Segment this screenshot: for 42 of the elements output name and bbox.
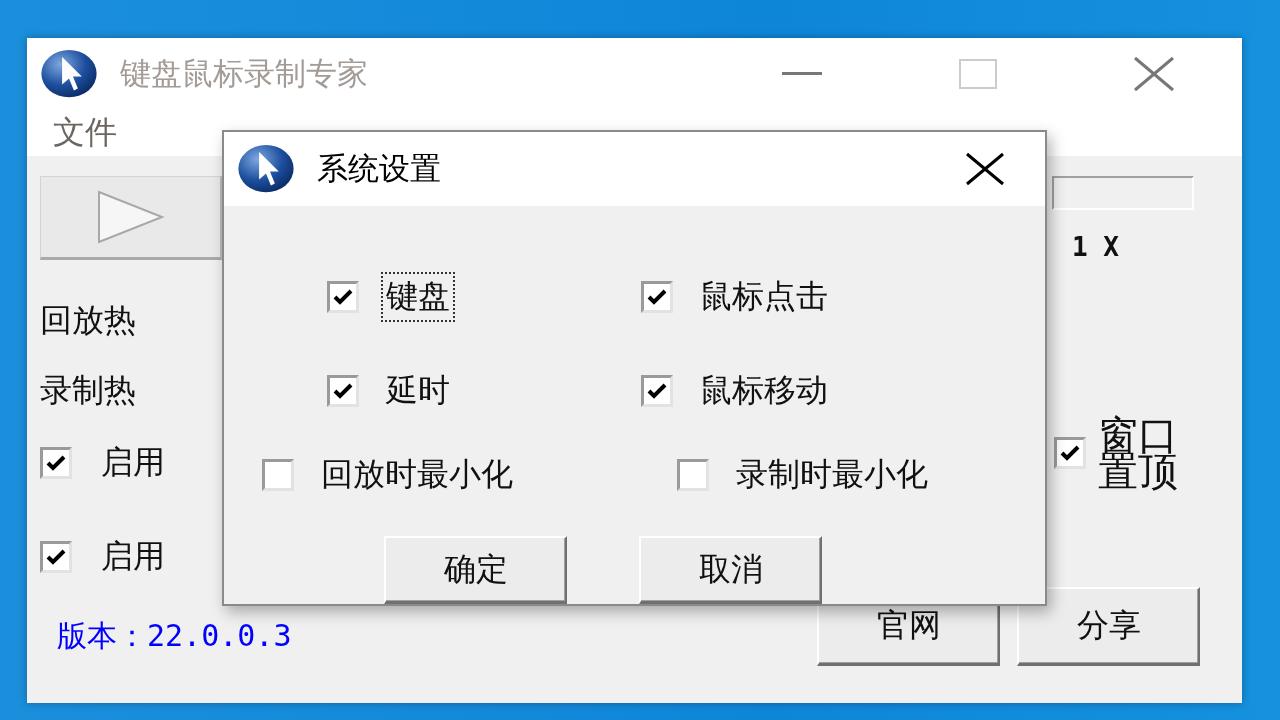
check-icon [332,288,354,306]
checkbox-label: 启用 [100,536,166,578]
checkbox-label: 窗口置顶 [1098,417,1179,490]
checkbox[interactable] [262,459,294,491]
checkbox[interactable] [327,281,359,313]
link-button[interactable]: 分享 [1017,587,1200,667]
check-icon [1059,444,1081,463]
close-icon [965,152,1005,186]
dialog-button[interactable]: 取消 [639,536,822,604]
checkbox-label: 录制时最小化 [735,454,929,495]
version-label: 版本：22.0.0.3 [57,617,292,656]
play-icon [95,189,166,246]
checkbox[interactable] [677,459,709,491]
window-title: 键盘鼠标录制专家 [120,54,368,93]
checkbox-label: 鼠标点击 [699,276,829,317]
app-icon [40,49,98,99]
minimize-icon [782,72,822,76]
checkbox[interactable] [327,375,359,407]
checkbox[interactable] [641,375,673,407]
checkbox-label: 启用 [100,442,166,484]
menu-item[interactable]: 文件 [53,111,147,156]
check-icon [646,382,668,400]
checkbox[interactable] [641,281,673,313]
app-icon [237,144,295,194]
check-icon [646,288,668,306]
checkbox[interactable] [40,541,72,574]
speed-label: 1 X [1072,232,1120,263]
checkbox-label: 延时 [385,370,451,411]
maximize-icon [959,59,997,89]
hotkey-label: 录制热 [40,370,137,411]
checkbox-label: 键盘 [383,274,453,320]
check-icon [332,382,354,400]
check-icon [45,454,67,473]
check-icon [45,548,67,567]
checkbox-label: 回放时最小化 [320,454,514,495]
checkbox[interactable] [40,447,72,480]
checkbox-label: 鼠标移动 [699,370,829,411]
hotkey-label: 回放热 [40,300,137,341]
close-icon [1133,56,1175,92]
checkbox[interactable] [1054,437,1086,470]
dialog-title: 系统设置 [317,149,441,188]
dialog-button[interactable]: 确定 [384,536,567,604]
